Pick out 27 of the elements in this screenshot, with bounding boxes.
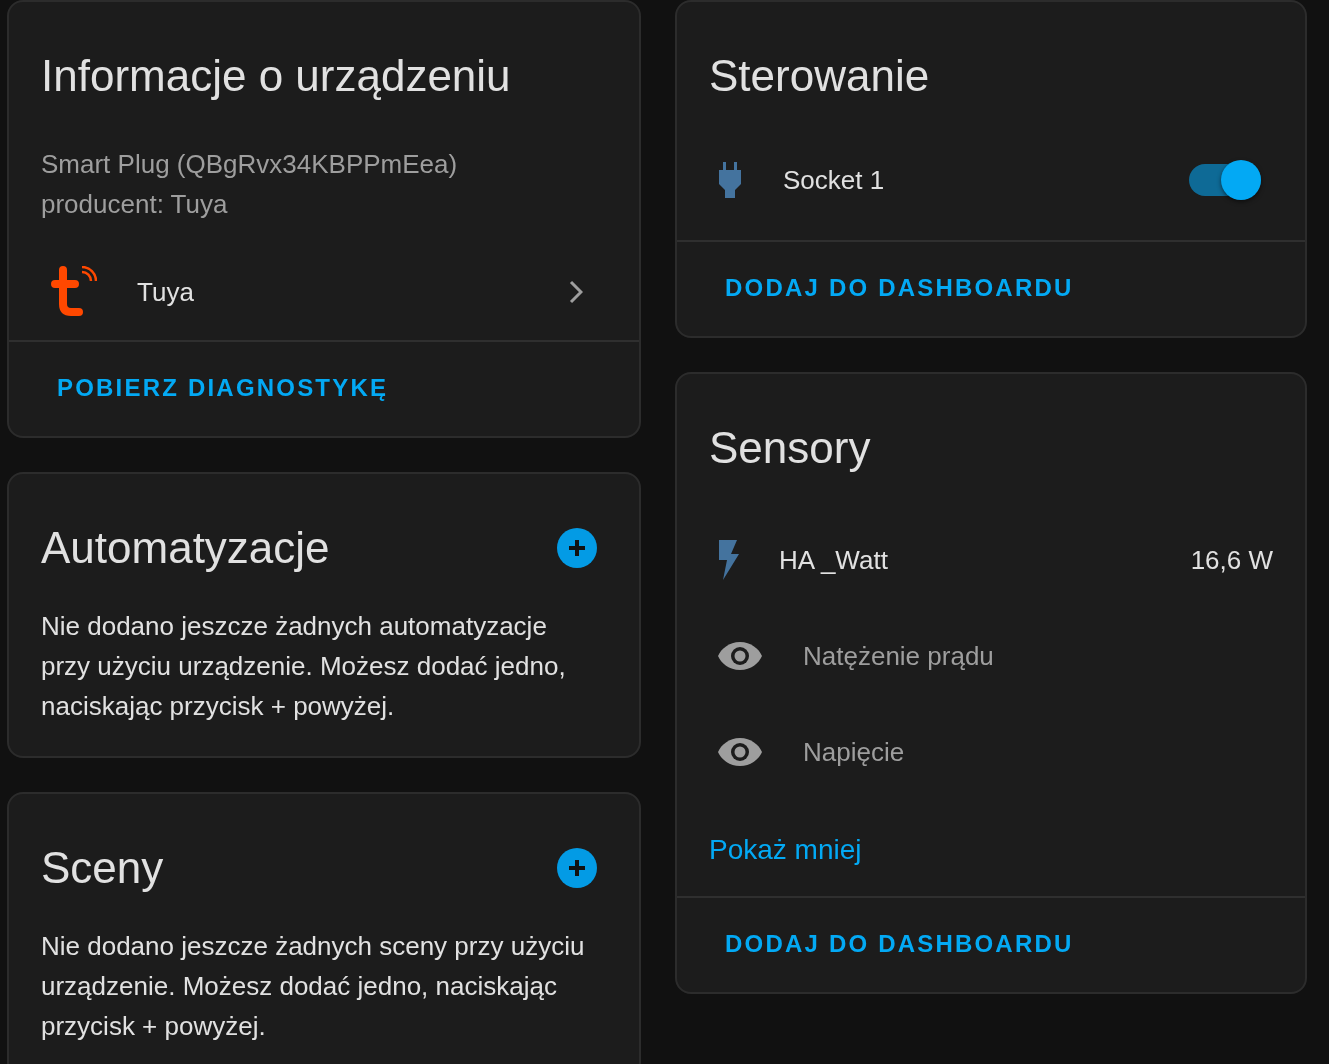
eye-icon <box>717 641 763 671</box>
entity-name[interactable]: HA _Watt <box>779 544 1151 576</box>
lightning-bolt-icon <box>717 540 739 580</box>
plus-icon <box>566 537 588 559</box>
add-to-dashboard-button[interactable]: DODAJ DO DASHBOARDU <box>723 926 1076 962</box>
entity-name[interactable]: Socket 1 <box>783 164 1149 196</box>
tuya-logo-icon <box>51 266 97 318</box>
card-title: Sterowanie <box>708 50 931 102</box>
empty-message: Nie dodano jeszcze żadnych sceny przy użyciu urządzenie. Możesz dodać jedno, naciskając przycisk + powyżej. <box>40 930 586 1043</box>
add-button[interactable] <box>557 528 597 568</box>
plug-icon <box>717 162 743 198</box>
show-less-link[interactable]: Pokaż mniej <box>677 834 894 866</box>
card-title: Sensory <box>708 422 872 474</box>
plus-icon <box>566 857 588 879</box>
chevron-right-icon <box>569 280 583 304</box>
device-manufacturer: producent: Tuya <box>40 188 229 221</box>
integration-link[interactable]: Tuya <box>137 276 529 308</box>
eye-icon <box>717 737 763 767</box>
download-diagnostics-button[interactable]: POBIERZ DIAGNOSTYKĘ <box>55 370 391 406</box>
add-to-dashboard-button[interactable]: DODAJ DO DASHBOARDU <box>723 270 1076 306</box>
card-title: Informacje o urządzeniu <box>40 50 512 102</box>
empty-message: Nie dodano jeszcze żadnych automatyzacje przy użyciu urządzenie. Możesz dodać jedno, naciskając przycisk + powyżej. <box>40 610 567 723</box>
add-button[interactable] <box>557 848 597 888</box>
entity-value: 16,6 W <box>1190 544 1273 576</box>
card-title: Sceny <box>41 842 164 894</box>
card-title: Automatyzacje <box>41 522 330 574</box>
device-model: Smart Plug (QBgRvx34KBPPmEea) <box>40 148 459 181</box>
